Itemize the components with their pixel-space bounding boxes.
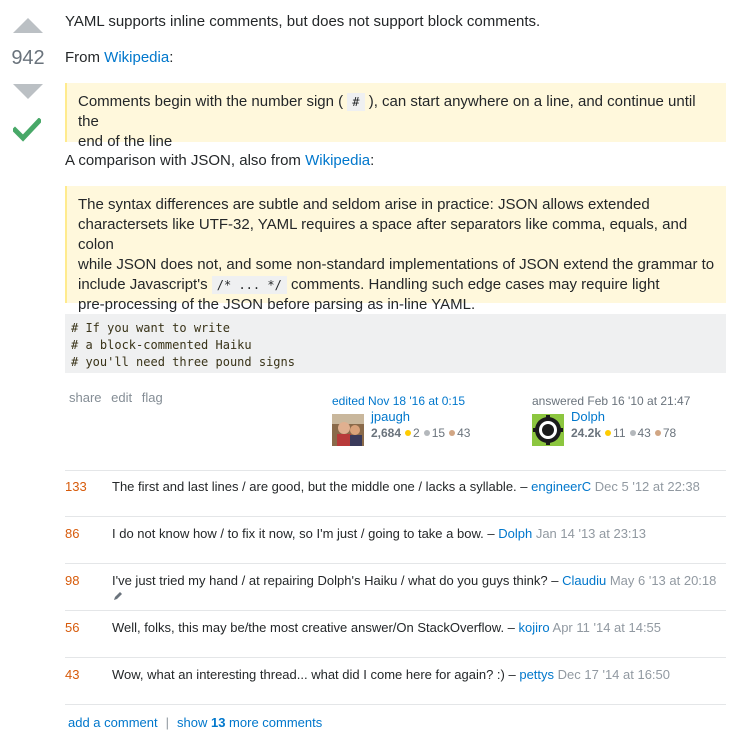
comment-date[interactable]: Jan 14 '13 at 23:13 — [536, 526, 646, 541]
text: A comparison with JSON, also from — [65, 152, 306, 169]
code-line: # If you want to write — [71, 321, 230, 335]
gold-badge-icon — [605, 430, 612, 436]
text: include Javascript's — [78, 276, 212, 293]
more-count: 13 — [210, 715, 226, 730]
bronze-badge-count: 78 — [662, 426, 677, 440]
wikipedia-link[interactable]: Wikipedia — [305, 152, 370, 169]
gold-badge-count: 11 — [613, 426, 626, 440]
comment-user[interactable]: Dolph — [498, 526, 532, 541]
bronze-badge-icon — [654, 430, 661, 436]
comment-score: 98 — [65, 573, 80, 588]
comment: 86 I do not know how / to fix it now, so… — [65, 517, 726, 564]
quote-line: while JSON does not, and some non-standa… — [78, 256, 715, 273]
comment-score: 43 — [65, 667, 80, 682]
comment: 43 Wow, what an interesting thread... wh… — [65, 658, 726, 705]
silver-badge-count: 15 — [431, 426, 446, 440]
answered-timestamp: answered Feb 16 '10 at 21:47 — [532, 394, 691, 408]
quote-line: charactersets like UTF-32, YAML requires… — [78, 216, 688, 253]
comment: 98 I've just tried my hand / at repairin… — [65, 564, 726, 611]
comment-score: 56 — [65, 620, 80, 635]
comment-body: Wow, what an interesting thread... what … — [112, 666, 724, 683]
text: : — [370, 152, 375, 169]
text: : — [169, 49, 174, 66]
reputation-score: 2,684 — [371, 426, 402, 440]
comment-text: The first and last lines / are good, but… — [112, 479, 528, 494]
reputation: 24.2k 11 43 78 — [571, 426, 676, 440]
bronze-badge-count: 43 — [457, 426, 471, 440]
comment-body: I've just tried my hand / at repairing D… — [112, 572, 724, 589]
show-more-comments-link[interactable]: show 13 more comments — [177, 715, 322, 730]
gold-badge-count: 2 — [413, 426, 420, 440]
silver-badge-icon — [629, 430, 636, 436]
text: From — [65, 49, 105, 66]
owner-username[interactable]: Dolph — [571, 409, 605, 424]
text: Comments begin with the number sign ( — [78, 93, 344, 110]
text: comments. Handling such edge cases may r… — [286, 276, 660, 293]
comments-footer: add a comment | show 13 more comments — [68, 715, 322, 730]
comment-user[interactable]: engineerC — [531, 479, 591, 494]
comment-date[interactable]: Dec 5 '12 at 22:38 — [595, 479, 700, 494]
code-block: # If you want to write # a block-commente… — [65, 314, 726, 373]
wikipedia-link[interactable]: Wikipedia — [104, 49, 169, 66]
edit-link[interactable]: edit — [111, 390, 132, 405]
inline-code: /* ... */ — [211, 276, 287, 294]
answer: 942 YAML supports inline comments, but d… — [0, 0, 738, 743]
quote-line: include Javascript's /* ... */ comments.… — [78, 275, 716, 295]
comment: 56 Well, folks, this may be/the most cre… — [65, 611, 726, 658]
reputation: 2,684 2 15 43 — [371, 426, 470, 440]
comment-body: I do not know how / to fix it now, so I'… — [112, 525, 724, 542]
pencil-icon — [112, 589, 124, 606]
share-link[interactable]: share — [69, 390, 102, 405]
avatar[interactable] — [532, 414, 564, 446]
comment-score: 86 — [65, 526, 80, 541]
code-line: # a block-commented Haiku — [71, 338, 252, 352]
gold-badge-icon — [405, 430, 412, 436]
editor-username[interactable]: jpaugh — [371, 409, 410, 424]
comment-user[interactable]: Claudiu — [562, 573, 606, 588]
comment-body: The first and last lines / are good, but… — [112, 478, 724, 495]
comment-text: Wow, what an interesting thread... what … — [112, 667, 516, 682]
vote-count: 942 — [11, 47, 45, 69]
edited-timestamp-link[interactable]: edited Nov 18 '16 at 0:15 — [332, 394, 465, 408]
reputation-score: 24.2k — [571, 426, 602, 440]
post-paragraph: From Wikipedia: — [65, 48, 173, 68]
post-paragraph: YAML supports inline comments, but does … — [65, 13, 541, 30]
silver-badge-count: 43 — [637, 426, 651, 440]
bronze-badge-icon — [449, 430, 456, 436]
comment-text: I've just tried my hand / at repairing D… — [112, 573, 559, 588]
comment: 133 The first and last lines / are good,… — [65, 470, 726, 517]
comment-date[interactable]: May 6 '13 at 20:18 — [610, 573, 717, 588]
silver-badge-icon — [423, 430, 430, 436]
editor-signature: edited Nov 18 '16 at 0:15 jpaugh 2,684 2 1… — [332, 394, 522, 450]
add-comment-link[interactable]: add a comment — [68, 715, 158, 730]
text: show — [177, 715, 211, 730]
comment-text: I do not know how / to fix it now, so I'… — [112, 526, 495, 541]
text: more comments — [225, 715, 323, 730]
flag-link[interactable]: flag — [142, 390, 163, 405]
comment-text: Well, folks, this may be/the most creati… — [112, 620, 515, 635]
code-line: # you'll need three pound signs — [71, 355, 295, 369]
blockquote: The syntax differences are subtle and se… — [65, 186, 726, 313]
quote-line: Comments begin with the number sign ( # … — [78, 92, 716, 132]
comment-date[interactable]: Dec 17 '14 at 16:50 — [558, 667, 670, 682]
post-paragraph: A comparison with JSON, also from Wikipe… — [65, 151, 374, 171]
post-menu: share edit flag — [69, 390, 169, 405]
accepted-check-icon — [11, 117, 43, 147]
blockquote: Comments begin with the number sign ( # … — [65, 83, 726, 150]
owner-signature: answered Feb 16 '10 at 21:47 Dolph 24.2k… — [532, 394, 726, 450]
quote-line: pre-processing of the JSON before parsin… — [78, 296, 476, 313]
separator: | — [165, 715, 169, 730]
inline-code: # — [347, 93, 365, 111]
quote-line: end of the line — [78, 133, 173, 150]
upvote-icon[interactable] — [13, 18, 43, 33]
comment-body: Well, folks, this may be/the most creati… — [112, 619, 724, 636]
comment-score: 133 — [65, 479, 87, 494]
quote-line: The syntax differences are subtle and se… — [78, 196, 650, 213]
downvote-icon[interactable] — [13, 84, 43, 99]
comment-user[interactable]: kojiro — [519, 620, 550, 635]
comment-date[interactable]: Apr 11 '14 at 14:55 — [553, 620, 662, 635]
avatar[interactable] — [332, 414, 364, 446]
comment-user[interactable]: pettys — [519, 667, 554, 682]
